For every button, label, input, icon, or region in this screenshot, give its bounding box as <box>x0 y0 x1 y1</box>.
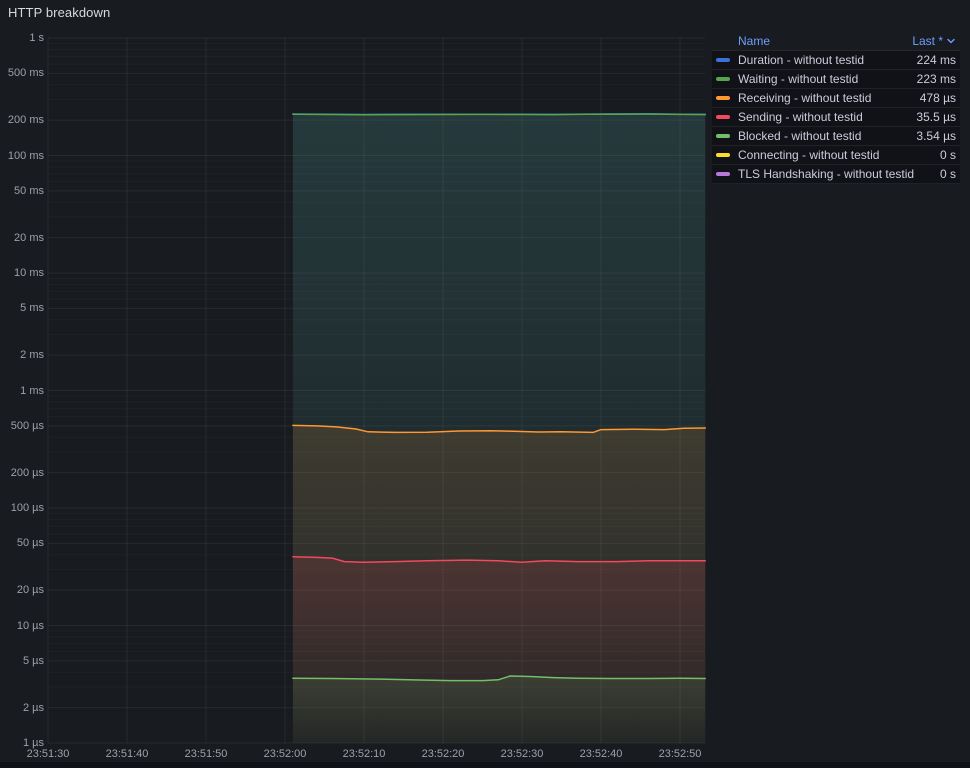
x-axis-tick-label: 23:52:30 <box>500 748 544 760</box>
legend-table: Name Last * Duration - without testid 224… <box>712 32 960 184</box>
series-dash-icon <box>716 77 730 81</box>
x-axis-tick-label: 23:52:10 <box>342 748 386 760</box>
legend-series-last-value: 0 s <box>939 167 956 181</box>
legend-row[interactable]: Receiving - without testid 478 µs <box>712 89 960 108</box>
legend-row[interactable]: Duration - without testid 224 ms <box>712 51 960 70</box>
x-axis-tick-label: 23:51:50 <box>184 748 228 760</box>
y-axis-tick-label: 200 µs <box>10 467 44 479</box>
y-axis-tick-label: 2 µs <box>22 702 44 714</box>
legend-series-last-value: 3.54 µs <box>916 129 956 143</box>
panel-bottom-edge <box>0 761 970 768</box>
x-axis-tick-label: 23:52:50 <box>658 748 702 760</box>
y-axis-tick-label: 10 ms <box>14 267 44 279</box>
legend-row[interactable]: Waiting - without testid 223 ms <box>712 70 960 89</box>
y-axis-tick-label: 50 ms <box>14 185 44 197</box>
legend-header: Name Last * <box>712 32 960 51</box>
legend-row[interactable]: Connecting - without testid 0 s <box>712 146 960 165</box>
series-dash-icon <box>716 96 730 100</box>
series-dash-icon <box>716 172 730 176</box>
legend-series-last-value: 478 µs <box>919 91 956 105</box>
series-dash-icon <box>716 115 730 119</box>
grafana-panel-http-breakdown: HTTP breakdown 1 s 500 ms 200 ms 100 ms 50 m… <box>0 0 970 768</box>
timeseries-chart-canvas[interactable] <box>0 0 710 762</box>
y-axis-tick-label: 10 µs <box>16 620 44 632</box>
series-dash-icon <box>716 134 730 138</box>
y-axis-tick-label: 2 ms <box>20 349 44 361</box>
legend-series-last-value: 224 ms <box>916 53 956 67</box>
y-axis-tick-label: 5 µs <box>22 655 44 667</box>
series-dash-icon <box>716 58 730 62</box>
legend-series-name: Duration - without testid <box>738 53 865 67</box>
legend-series-last-value: 35.5 µs <box>916 110 956 124</box>
legend-series-name: Connecting - without testid <box>738 148 880 162</box>
y-axis-tick-label: 50 µs <box>16 537 44 549</box>
legend-series-name: TLS Handshaking - without testid <box>738 167 915 181</box>
y-axis-tick-label: 1 ms <box>20 385 44 397</box>
y-axis-tick-label: 100 µs <box>10 502 44 514</box>
x-axis-tick-label: 23:51:30 <box>26 748 70 760</box>
legend-row[interactable]: Blocked - without testid 3.54 µs <box>712 127 960 146</box>
y-axis-tick-label: 20 ms <box>14 232 44 244</box>
legend-series-last-value: 223 ms <box>916 72 956 86</box>
legend-series-last-value: 0 s <box>939 148 956 162</box>
y-axis-tick-label: 5 ms <box>20 302 44 314</box>
legend-header-last-label: Last * <box>912 34 943 48</box>
legend-series-name: Waiting - without testid <box>738 72 859 86</box>
y-axis-tick-label: 100 ms <box>7 150 44 162</box>
x-axis-tick-label: 23:51:40 <box>105 748 149 760</box>
legend-series-name: Blocked - without testid <box>738 129 862 143</box>
legend-row[interactable]: Sending - without testid 35.5 µs <box>712 108 960 127</box>
x-axis-tick-label: 23:52:40 <box>579 748 623 760</box>
y-axis-tick-label: 200 ms <box>7 114 44 126</box>
legend-header-name[interactable]: Name <box>738 34 912 48</box>
y-axis-tick-label: 500 ms <box>7 67 44 79</box>
legend-header-last[interactable]: Last * <box>912 34 956 48</box>
x-axis-tick-label: 23:52:00 <box>263 748 307 760</box>
y-axis-tick-label: 20 µs <box>16 584 44 596</box>
y-axis-tick-label: 1 s <box>29 32 44 44</box>
series-dash-icon <box>716 153 730 157</box>
area-4 <box>292 676 706 743</box>
legend-series-name: Sending - without testid <box>738 110 863 124</box>
y-axis-tick-label: 500 µs <box>10 420 44 432</box>
legend-series-name: Receiving - without testid <box>738 91 872 105</box>
chevron-down-icon <box>947 38 955 44</box>
legend-row[interactable]: TLS Handshaking - without testid 0 s <box>712 165 960 184</box>
legend-rows: Duration - without testid 224 ms Waiting -… <box>712 51 960 184</box>
x-axis-tick-label: 23:52:20 <box>421 748 465 760</box>
